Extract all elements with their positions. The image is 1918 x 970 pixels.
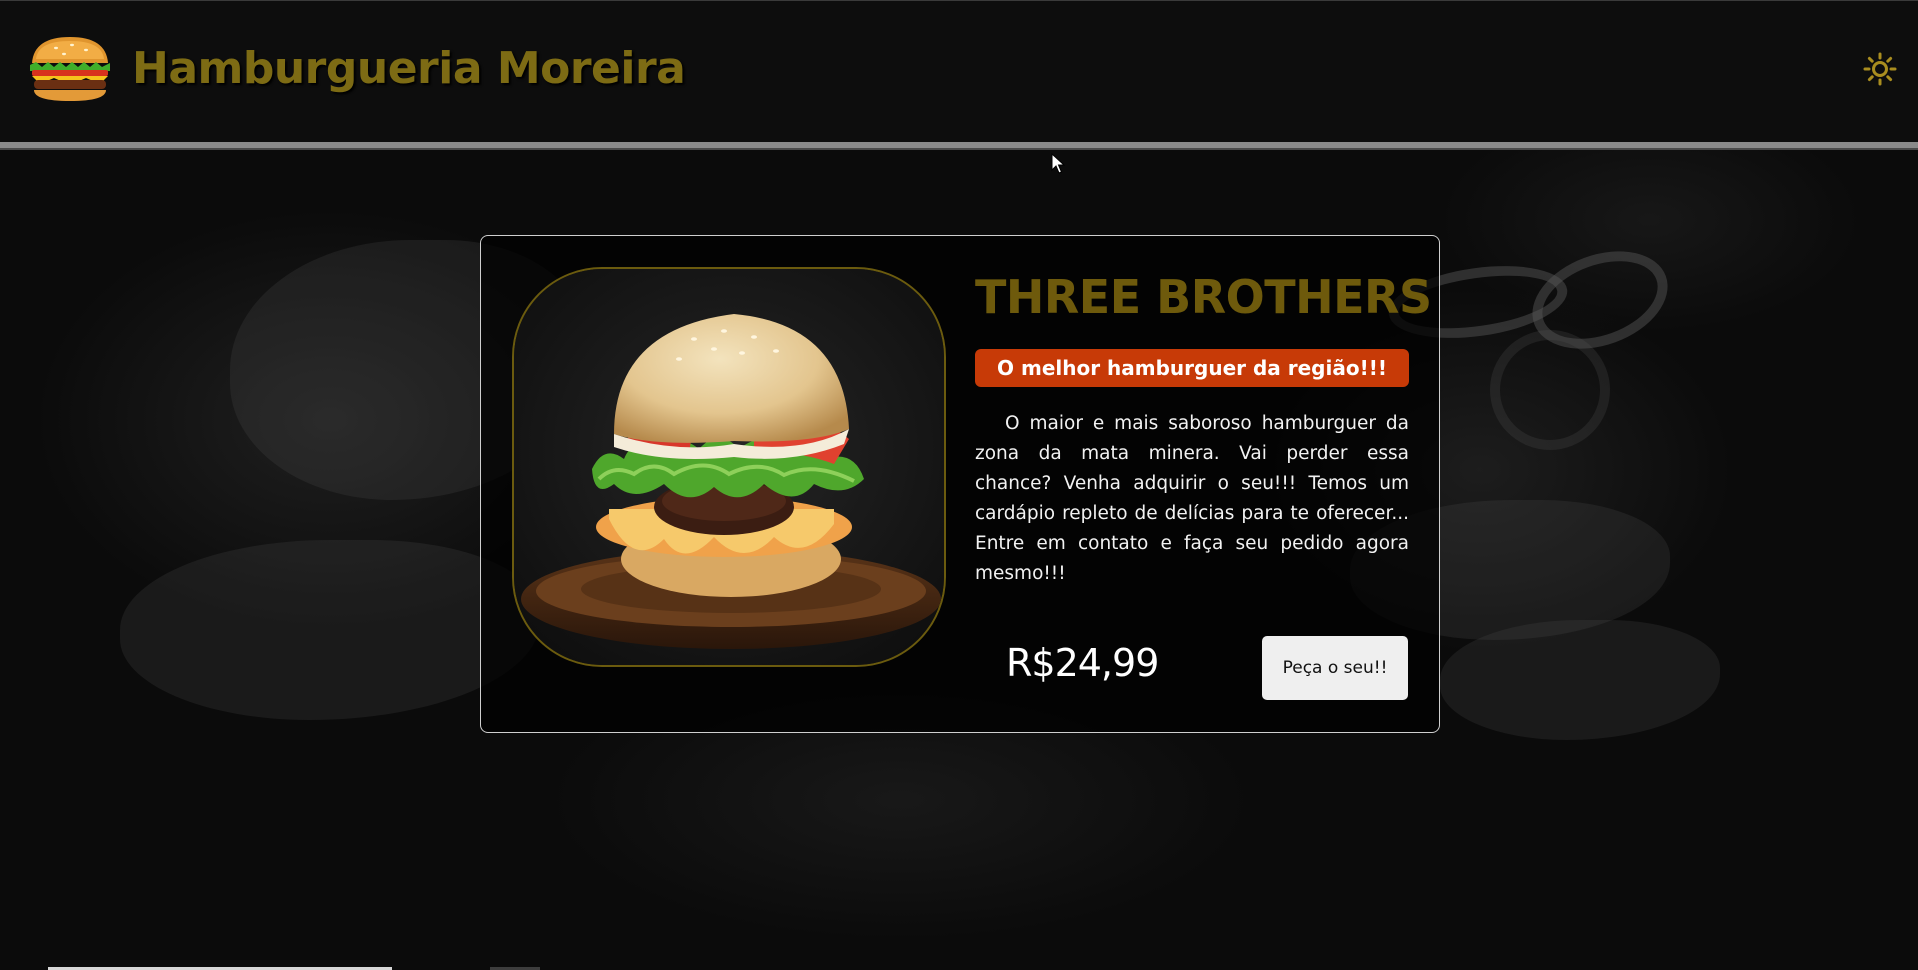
product-info: THREE BROTHERS O melhor hamburguer da re…	[975, 270, 1432, 589]
product-card: THREE BROTHERS O melhor hamburguer da re…	[480, 235, 1440, 733]
product-photo	[512, 267, 946, 667]
product-price: R$24,99	[1006, 641, 1159, 685]
product-name: THREE BROTHERS	[975, 270, 1432, 324]
product-description: O maior e mais saboroso hamburguer da zo…	[975, 412, 1409, 584]
theme-toggle-button[interactable]	[1860, 49, 1900, 89]
site-title[interactable]: Hamburgueria Moreira	[132, 43, 686, 94]
burger-icon	[26, 33, 114, 105]
lettuce-decoration	[120, 540, 540, 720]
product-tagline: O melhor hamburguer da região!!!	[975, 348, 1409, 387]
onion-ring-decoration	[1490, 330, 1610, 450]
mouse-cursor-icon	[1051, 152, 1066, 179]
sun-icon	[1863, 52, 1897, 86]
bun-decoration	[1440, 620, 1720, 740]
site-header: Hamburgueria Moreira	[0, 0, 1918, 148]
order-button[interactable]: Peça o seu!!	[1262, 636, 1408, 700]
